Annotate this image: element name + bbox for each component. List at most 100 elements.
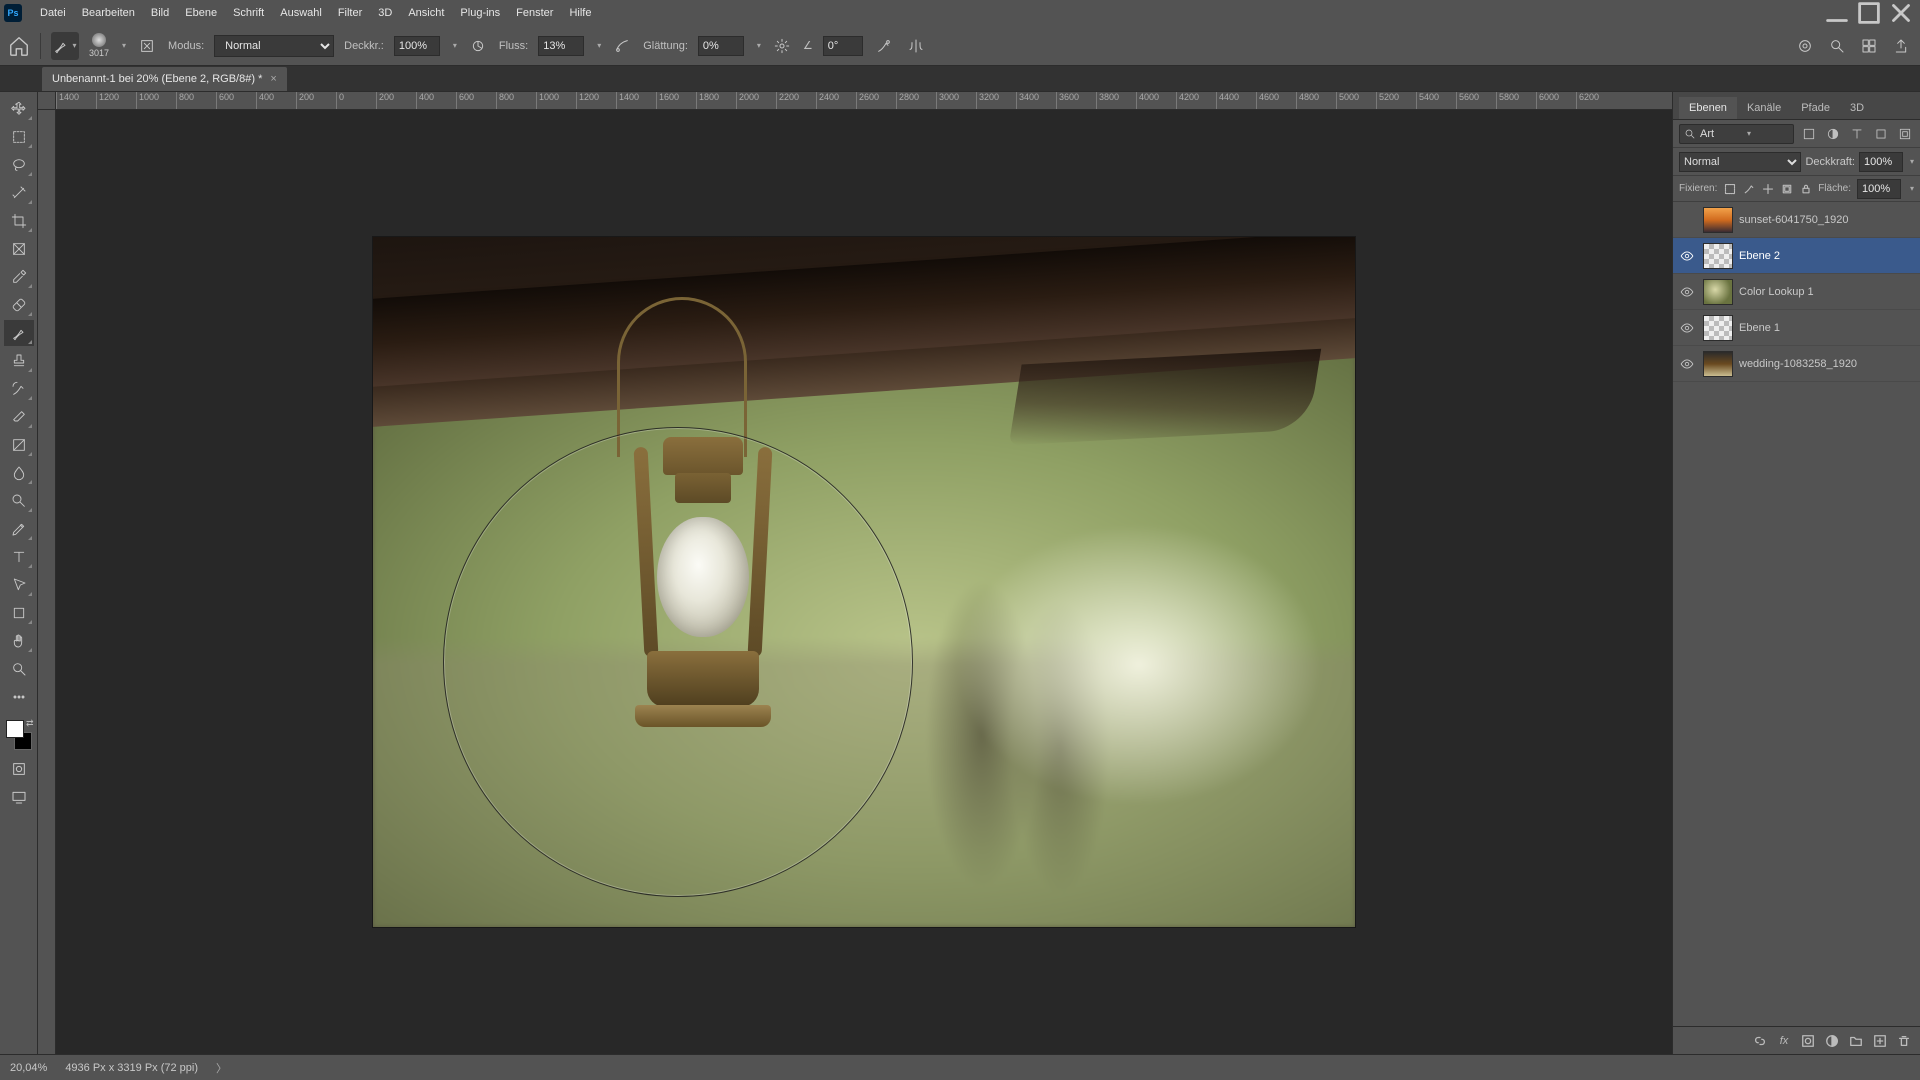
layer-row[interactable]: wedding-1083258_1920 (1673, 346, 1920, 382)
layer-thumbnail[interactable] (1703, 351, 1733, 377)
wand-tool[interactable] (4, 180, 34, 206)
angle-input[interactable] (823, 36, 863, 56)
layer-name[interactable]: Ebene 1 (1739, 322, 1780, 334)
filter-pixel-icon[interactable] (1800, 125, 1818, 143)
opacity-input[interactable] (394, 36, 440, 56)
document-info[interactable]: 4936 Px x 3319 Px (72 ppi) (65, 1062, 198, 1074)
menu-hilfe[interactable]: Hilfe (561, 3, 599, 23)
menu-plug-ins[interactable]: Plug-ins (452, 3, 508, 23)
type-tool[interactable] (4, 544, 34, 570)
filter-shape-icon[interactable] (1872, 125, 1890, 143)
color-swatches[interactable]: ⇄ (4, 718, 34, 752)
layer-name[interactable]: Color Lookup 1 (1739, 286, 1814, 298)
layer-thumbnail[interactable] (1703, 279, 1733, 305)
filter-smart-icon[interactable] (1896, 125, 1914, 143)
brush-preset-picker[interactable]: 3017 (89, 33, 109, 58)
dodge-tool[interactable] (4, 488, 34, 514)
home-button[interactable] (8, 35, 30, 57)
lock-transparency-icon[interactable] (1723, 181, 1736, 197)
layer-row[interactable]: sunset-6041750_1920 (1673, 202, 1920, 238)
layer-blend-mode[interactable]: Normal (1679, 152, 1801, 172)
hand-tool[interactable] (4, 628, 34, 654)
menu-fenster[interactable]: Fenster (508, 3, 561, 23)
filter-adjust-icon[interactable] (1824, 125, 1842, 143)
crop-tool[interactable] (4, 208, 34, 234)
layer-name[interactable]: wedding-1083258_1920 (1739, 358, 1857, 370)
gradient-tool[interactable] (4, 432, 34, 458)
link-layers-icon[interactable] (1752, 1033, 1768, 1049)
eraser-tool[interactable] (4, 404, 34, 430)
adjustment-layer-icon[interactable] (1824, 1033, 1840, 1049)
layer-filter-input[interactable] (1700, 128, 1740, 140)
layer-thumbnail[interactable] (1703, 315, 1733, 341)
menu-3d[interactable]: 3D (370, 3, 400, 23)
blend-mode-select[interactable]: Normal (214, 35, 334, 57)
brush-panel-toggle[interactable] (136, 35, 158, 57)
healing-tool[interactable] (4, 292, 34, 318)
panel-tab-ebenen[interactable]: Ebenen (1679, 97, 1737, 119)
layer-fx-icon[interactable]: fx (1776, 1033, 1792, 1049)
brush-tool[interactable] (4, 320, 34, 346)
zoom-level[interactable]: 20,04% (10, 1062, 47, 1074)
delete-layer-icon[interactable] (1896, 1033, 1912, 1049)
screenmode-toggle[interactable] (4, 786, 34, 808)
shape-tool[interactable] (4, 600, 34, 626)
layer-row[interactable]: Color Lookup 1 (1673, 274, 1920, 310)
menu-schrift[interactable]: Schrift (225, 3, 272, 23)
status-info-chevron[interactable]: 〉 (216, 1060, 227, 1076)
opacity-pressure-toggle[interactable] (467, 35, 489, 57)
quickmask-toggle[interactable] (4, 758, 34, 780)
foreground-color[interactable] (6, 720, 24, 738)
layer-mask-icon[interactable] (1800, 1033, 1816, 1049)
document-tab[interactable]: Unbenannt-1 bei 20% (Ebene 2, RGB/8#) * … (42, 67, 287, 91)
layer-name[interactable]: sunset-6041750_1920 (1739, 214, 1848, 226)
layer-row[interactable]: Ebene 2 (1673, 238, 1920, 274)
close-button[interactable] (1886, 3, 1916, 23)
lock-all-icon[interactable] (1799, 181, 1812, 197)
menu-ebene[interactable]: Ebene (177, 3, 225, 23)
horizontal-ruler[interactable]: 1400120010008006004002000200400600800100… (56, 92, 1672, 110)
panel-tab-kanäle[interactable]: Kanäle (1737, 97, 1791, 119)
zoom-tool[interactable] (4, 656, 34, 682)
share-button[interactable] (1890, 35, 1912, 57)
visibility-toggle[interactable] (1677, 282, 1697, 302)
tab-close-icon[interactable]: × (270, 73, 276, 85)
smoothing-input[interactable] (698, 36, 744, 56)
visibility-toggle[interactable] (1677, 246, 1697, 266)
layer-row[interactable]: Ebene 1 (1673, 310, 1920, 346)
symmetry-button[interactable] (905, 35, 927, 57)
path-select-tool[interactable] (4, 572, 34, 598)
layer-filter-type[interactable]: ▾ (1679, 124, 1794, 144)
move-tool[interactable] (4, 96, 34, 122)
menu-filter[interactable]: Filter (330, 3, 370, 23)
maximize-button[interactable] (1854, 3, 1884, 23)
layer-name[interactable]: Ebene 2 (1739, 250, 1780, 262)
flow-input[interactable] (538, 36, 584, 56)
panel-tab-3d[interactable]: 3D (1840, 97, 1874, 119)
eyedropper-tool[interactable] (4, 264, 34, 290)
swap-colors-icon[interactable]: ⇄ (26, 718, 34, 729)
menu-ansicht[interactable]: Ansicht (400, 3, 452, 23)
visibility-toggle[interactable] (1677, 354, 1697, 374)
search-icon[interactable] (1826, 35, 1848, 57)
minimize-button[interactable] (1822, 3, 1852, 23)
blur-tool[interactable] (4, 460, 34, 486)
menu-bearbeiten[interactable]: Bearbeiten (74, 3, 143, 23)
lock-pixels-icon[interactable] (1742, 181, 1755, 197)
menu-auswahl[interactable]: Auswahl (272, 3, 330, 23)
layer-thumbnail[interactable] (1703, 207, 1733, 233)
frame-tool[interactable] (4, 236, 34, 262)
panel-tab-pfade[interactable]: Pfade (1791, 97, 1840, 119)
tool-preset-picker[interactable]: ▾ (51, 32, 79, 60)
lock-position-icon[interactable] (1761, 181, 1774, 197)
layer-opacity-input[interactable] (1859, 152, 1903, 172)
brush-preset-caret[interactable]: ▾ (122, 41, 126, 50)
vertical-ruler[interactable] (38, 92, 56, 1054)
marquee-tool[interactable] (4, 124, 34, 150)
pen-tool[interactable] (4, 516, 34, 542)
workspace-switcher[interactable] (1858, 35, 1880, 57)
menu-bild[interactable]: Bild (143, 3, 177, 23)
airbrush-toggle[interactable] (611, 35, 633, 57)
smoothing-options-button[interactable] (771, 35, 793, 57)
layer-fill-input[interactable] (1857, 179, 1901, 199)
